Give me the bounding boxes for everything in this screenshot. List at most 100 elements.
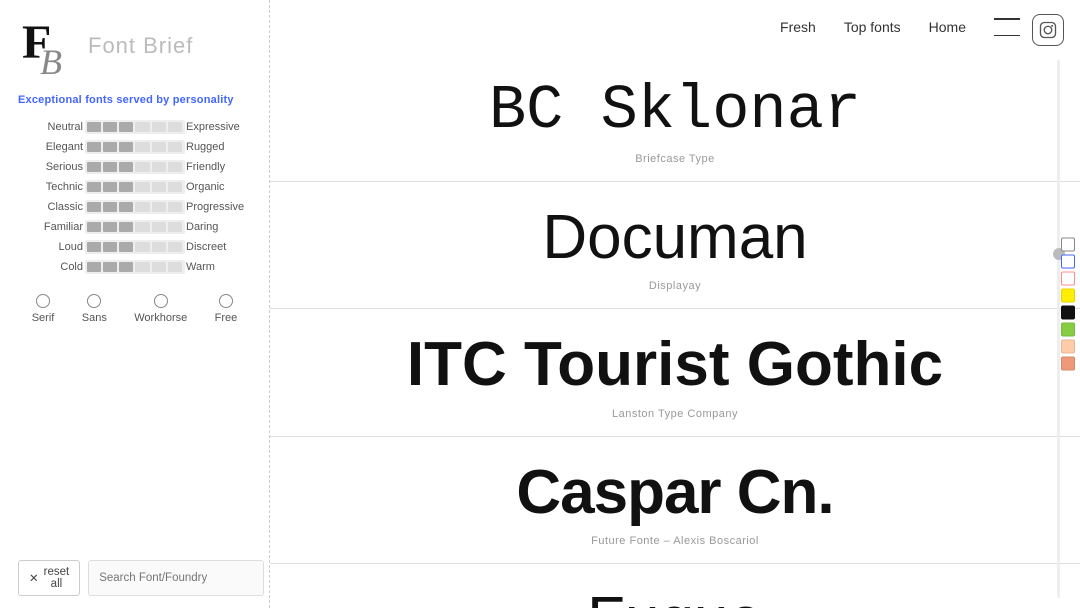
slider-track-5[interactable] — [85, 220, 185, 234]
label-serif: Serif — [32, 312, 55, 324]
nav-home[interactable]: Home — [929, 19, 966, 35]
slider-seg-2-5 — [168, 162, 182, 172]
slider-label-right-3: Organic — [186, 181, 251, 193]
nav-fresh[interactable]: Fresh — [780, 19, 816, 35]
slider-seg-4-1 — [103, 202, 117, 212]
slider-seg-1-2 — [119, 142, 133, 152]
slider-seg-4-4 — [152, 202, 166, 212]
reset-button[interactable]: ✕ reset all — [18, 560, 80, 596]
slider-seg-1-5 — [168, 142, 182, 152]
slider-seg-6-3 — [135, 242, 149, 252]
color-swatch-blue-outline[interactable] — [1061, 255, 1075, 269]
slider-seg-5-3 — [135, 222, 149, 232]
reset-label: reset all — [44, 566, 70, 590]
color-swatch-pink-outline[interactable] — [1061, 272, 1075, 286]
slider-seg-1-0 — [87, 142, 101, 152]
font-foundry-2: Lanston Type Company — [310, 408, 1040, 420]
slider-seg-1-4 — [152, 142, 166, 152]
font-entry-4[interactable]: Fugue — [270, 564, 1080, 608]
slider-seg-0-1 — [103, 122, 117, 132]
color-swatch-peach[interactable] — [1061, 340, 1075, 354]
font-foundry-1: Displayay — [310, 280, 1040, 292]
slider-track-0[interactable] — [85, 120, 185, 134]
label-workhorse: Workhorse — [134, 312, 187, 324]
slider-track-1[interactable] — [85, 140, 185, 154]
logo-icon: F B — [18, 16, 78, 76]
search-input[interactable] — [88, 560, 264, 596]
slider-seg-3-5 — [168, 182, 182, 192]
slider-row-1: Elegant Rugged — [18, 140, 251, 154]
font-type-free[interactable]: Free — [215, 294, 238, 324]
radio-sans[interactable] — [87, 294, 101, 308]
color-swatch-dark-peach[interactable] — [1061, 357, 1075, 371]
slider-seg-7-5 — [168, 262, 182, 272]
slider-seg-7-0 — [87, 262, 101, 272]
logo-area: F B Font Brief — [18, 16, 251, 76]
slider-track-3[interactable] — [85, 180, 185, 194]
slider-seg-4-3 — [135, 202, 149, 212]
color-swatch-white[interactable] — [1061, 238, 1075, 252]
slider-label-left-0: Neutral — [18, 121, 83, 133]
slider-seg-4-0 — [87, 202, 101, 212]
slider-seg-4-5 — [168, 202, 182, 212]
radio-free[interactable] — [219, 294, 233, 308]
slider-seg-3-0 — [87, 182, 101, 192]
slider-seg-6-0 — [87, 242, 101, 252]
font-type-sans[interactable]: Sans — [82, 294, 107, 324]
slider-track-7[interactable] — [85, 260, 185, 274]
slider-row-4: ClassicProgressive — [18, 200, 251, 214]
nav-top-fonts[interactable]: Top fonts — [844, 19, 901, 35]
font-entry-3[interactable]: Caspar Cn.Future Fonte – Alexis Boscario… — [270, 437, 1080, 564]
slider-track-6[interactable] — [85, 240, 185, 254]
label-free: Free — [215, 312, 238, 324]
slider-track-2[interactable] — [85, 160, 185, 174]
slider-row-5: FamiliarDaring — [18, 220, 251, 234]
slider-row-7: ColdWarm — [18, 260, 251, 274]
slider-label-left-5: Familiar — [18, 221, 83, 233]
slider-label-right-1: Rugged — [186, 141, 251, 153]
menu-icon[interactable] — [994, 18, 1020, 36]
slider-row-3: TechnicOrganic — [18, 180, 251, 194]
slider-seg-2-1 — [103, 162, 117, 172]
reset-x-icon: ✕ — [29, 571, 39, 585]
font-name-3: Caspar Cn. — [310, 459, 1040, 527]
slider-row-0: NeutralExpressive — [18, 120, 251, 134]
slider-seg-6-4 — [152, 242, 166, 252]
slider-track-4[interactable] — [85, 200, 185, 214]
slider-seg-7-3 — [135, 262, 149, 272]
font-entry-2[interactable]: ITC Tourist Gothic Lanston Type Company — [270, 309, 1080, 436]
slider-seg-3-4 — [152, 182, 166, 192]
slider-seg-1-3 — [135, 142, 149, 152]
sliders-container: NeutralExpressiveElegantRuggedSeriousFri… — [18, 120, 251, 280]
slider-seg-0-0 — [87, 122, 101, 132]
slider-seg-6-5 — [168, 242, 182, 252]
menu-line-2 — [994, 35, 1020, 37]
slider-seg-7-1 — [103, 262, 117, 272]
slider-seg-2-3 — [135, 162, 149, 172]
font-type-serif[interactable]: Serif — [32, 294, 55, 324]
font-entry-0[interactable]: BC SklonarBriefcase Type — [270, 55, 1080, 182]
slider-seg-7-4 — [152, 262, 166, 272]
logo-text: Font Brief — [88, 33, 193, 59]
slider-seg-3-3 — [135, 182, 149, 192]
slider-seg-3-1 — [103, 182, 117, 192]
slider-seg-5-1 — [103, 222, 117, 232]
slider-seg-5-4 — [152, 222, 166, 232]
font-name-2: ITC Tourist Gothic — [310, 331, 1040, 399]
color-swatch-black[interactable] — [1061, 306, 1075, 320]
sidebar: F B Font Brief Exceptional fonts served … — [0, 0, 270, 608]
color-swatch-green[interactable] — [1061, 323, 1075, 337]
font-type-workhorse[interactable]: Workhorse — [134, 294, 187, 324]
radio-serif[interactable] — [36, 294, 50, 308]
svg-text:B: B — [40, 42, 62, 76]
slider-seg-0-5 — [168, 122, 182, 132]
font-entry-1[interactable]: DocumanDisplayay — [270, 182, 1080, 309]
slider-seg-2-0 — [87, 162, 101, 172]
slider-label-right-4: Progressive — [186, 201, 251, 213]
slider-label-left-1: Elegant — [18, 141, 83, 153]
slider-seg-0-2 — [119, 122, 133, 132]
instagram-icon[interactable] — [1032, 14, 1064, 46]
radio-workhorse[interactable] — [154, 294, 168, 308]
color-swatch-yellow[interactable] — [1061, 289, 1075, 303]
slider-label-right-7: Warm — [186, 261, 251, 273]
